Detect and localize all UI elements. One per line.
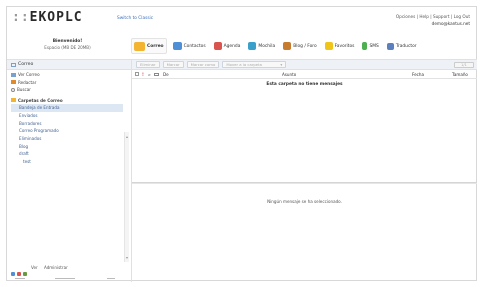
top-header: ::EKOPLC Switch to Classic Opciones | He… xyxy=(7,7,476,37)
folder-bandeja-de-entrada[interactable]: Bandeja de Entrada xyxy=(11,104,123,112)
folder-draft[interactable]: draft xyxy=(11,150,123,158)
sidebar-footer-links[interactable]: Ver Administrar xyxy=(31,265,68,270)
empty-folder-message: Esta carpeta no tiene mensajes xyxy=(266,82,343,87)
sidebar-footer: Ver Administrar xyxy=(7,263,131,282)
tool-label: Mochila xyxy=(258,43,276,49)
priority-icon[interactable]: ! xyxy=(142,72,144,77)
tool-correo[interactable]: Correo xyxy=(131,38,167,54)
calendar-icon xyxy=(213,42,222,50)
sidebar-title: Correo xyxy=(18,62,34,67)
tool-favoritos[interactable]: Favoritos xyxy=(323,38,357,54)
star-icon xyxy=(324,42,333,50)
folder-list: Bandeja de Entrada Enviados Borradores C… xyxy=(11,104,123,166)
app-logo[interactable]: ::EKOPLC xyxy=(12,10,83,25)
app-frame: ::EKOPLC Switch to Classic Opciones | He… xyxy=(6,6,477,282)
scroll-up-icon[interactable]: ▴ xyxy=(126,134,128,139)
blog-icon xyxy=(283,42,292,50)
folder-correo-programado[interactable]: Correo Programado xyxy=(11,127,123,135)
backpack-icon xyxy=(248,42,257,50)
search-icon xyxy=(11,87,15,92)
main-toolbar: Correo Contactos Agenda Mochila Blog / F… xyxy=(131,36,476,56)
tool-label: Blog / Foro xyxy=(293,43,317,49)
contacts-icon[interactable] xyxy=(11,272,15,276)
tool-sms[interactable]: SMS xyxy=(360,38,380,54)
folders-section-title: Carpetas de Correo xyxy=(7,97,131,105)
sidebar-item-buscar[interactable]: Buscar xyxy=(7,86,131,94)
tool-label: Agenda xyxy=(223,43,241,49)
column-size[interactable]: Tamaño xyxy=(452,72,468,77)
tool-blog-foro[interactable]: Blog / Foro xyxy=(281,38,318,54)
quota-text: Espacio (MB DE 20MB) xyxy=(44,45,91,50)
move-select-label: Mover a la carpeta xyxy=(226,62,262,67)
attachment-icon[interactable]: ⌀ xyxy=(148,72,150,77)
tool-label: Traductor xyxy=(395,43,417,49)
folder-borradores[interactable]: Borradores xyxy=(11,119,123,127)
envelope-icon[interactable] xyxy=(154,73,159,76)
mail-icon xyxy=(11,62,16,67)
select-all-checkbox[interactable] xyxy=(135,72,139,76)
pencil-icon xyxy=(11,80,16,85)
delete-button[interactable]: Eliminar xyxy=(136,61,160,68)
pager[interactable]: 1/1 xyxy=(454,62,474,68)
tool-label: Favoritos xyxy=(334,43,355,49)
user-email: demo@kantus.net xyxy=(431,21,470,26)
folder-enviados[interactable]: Enviados xyxy=(11,112,123,120)
sidebar-header: Correo xyxy=(7,59,131,70)
message-list-header: ! ⌀ De Asunto Fecha Tamaño xyxy=(132,70,477,79)
sidebar-item-ver-correo[interactable]: Ver Correo xyxy=(7,71,131,79)
no-selection-message: Ningún mensaje se ha seleccionado. xyxy=(267,199,342,204)
folder-blog[interactable]: Blog xyxy=(11,142,123,150)
translate-icon xyxy=(386,42,394,50)
message-panel: Eliminar Marcar Marcar como Mover a la c… xyxy=(131,59,477,282)
calendar-icon[interactable] xyxy=(17,272,21,276)
tool-label: SMS xyxy=(369,43,379,49)
footer-resize-bar[interactable] xyxy=(15,278,115,280)
folder-test[interactable]: test xyxy=(11,158,123,166)
column-date[interactable]: Fecha xyxy=(412,72,424,77)
sidebar-item-label: Redactar xyxy=(18,79,37,85)
sidebar-scrollbar[interactable]: ▴ ▾ xyxy=(124,132,129,262)
phone-icon xyxy=(362,42,368,50)
preview-divider[interactable] xyxy=(132,182,477,184)
top-links: Opciones | Help | Support | Log Out demo… xyxy=(396,13,470,27)
tool-mochila[interactable]: Mochila xyxy=(246,38,277,54)
folder-eliminados[interactable]: Eliminados xyxy=(11,135,123,143)
tool-agenda[interactable]: Agenda xyxy=(212,38,243,54)
sidebar: Ver Correo Redactar Buscar Carpetas de C… xyxy=(7,71,131,166)
scroll-down-icon[interactable]: ▾ xyxy=(126,255,128,260)
envelope-icon xyxy=(134,41,145,51)
tool-traductor[interactable]: Traductor xyxy=(385,38,419,54)
sidebar-item-label: Buscar xyxy=(17,87,31,93)
notes-icon[interactable] xyxy=(23,272,27,276)
contacts-icon xyxy=(172,42,182,50)
mark-button[interactable]: Marcar xyxy=(162,61,184,68)
sidebar-item-redactar[interactable]: Redactar xyxy=(7,79,131,87)
move-to-folder-select[interactable]: Mover a la carpeta ▾ xyxy=(222,61,287,68)
account-links[interactable]: Opciones | Help | Support | Log Out xyxy=(396,13,470,20)
switch-classic-link[interactable]: Switch to Classic xyxy=(117,16,153,21)
mail-subtoolbar: Eliminar Marcar Marcar como Mover a la c… xyxy=(132,59,477,70)
inbox-icon xyxy=(11,72,16,77)
tool-label: Correo xyxy=(147,43,164,49)
folder-icon xyxy=(11,98,16,103)
sidebar-item-label: Ver Correo xyxy=(18,72,40,78)
tool-label: Contactos xyxy=(183,43,206,49)
column-from[interactable]: De xyxy=(163,72,169,77)
tool-contactos[interactable]: Contactos xyxy=(171,38,208,54)
column-subject[interactable]: Asunto xyxy=(282,72,296,77)
chevron-down-icon: ▾ xyxy=(280,62,283,67)
footer-icons xyxy=(11,272,27,276)
mark-as-button[interactable]: Marcar como xyxy=(186,61,220,68)
welcome-box: Bienvenido! Espacio (MB DE 20MB) xyxy=(15,39,120,51)
